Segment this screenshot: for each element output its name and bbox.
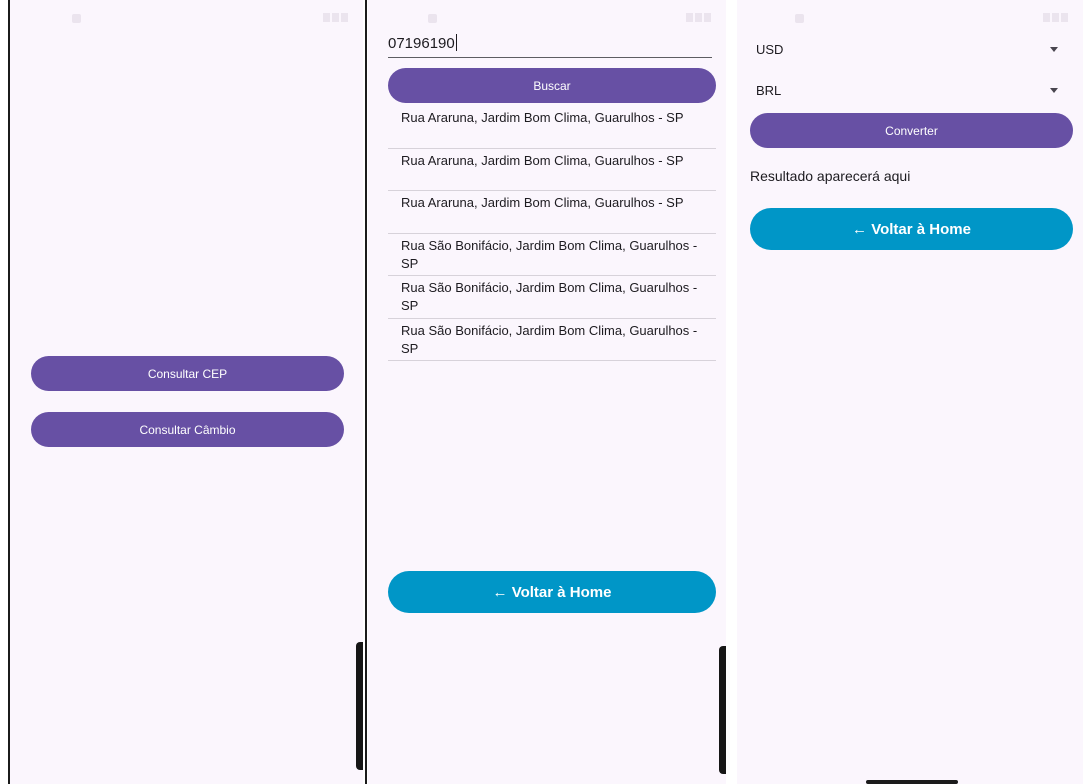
signal-icon <box>332 13 339 22</box>
status-bar <box>368 6 726 28</box>
consultar-cambio-button[interactable]: Consultar Câmbio <box>31 412 344 447</box>
wifi-icon <box>323 13 330 22</box>
signal-icon <box>695 13 702 22</box>
chevron-down-icon <box>1050 47 1058 52</box>
to-currency-value: BRL <box>756 83 782 98</box>
status-bar <box>10 6 363 28</box>
statusbar-icons <box>1043 11 1069 23</box>
converter-button[interactable]: Converter <box>750 113 1073 148</box>
notification-icon <box>428 14 437 23</box>
status-bar <box>737 6 1083 28</box>
cep-input-value: 07196190 <box>388 35 455 52</box>
cep-input[interactable]: 07196190 <box>388 28 712 58</box>
side-handle <box>356 642 363 770</box>
list-item[interactable]: Rua São Bonifácio, Jardim Bom Clima, Gua… <box>388 234 716 276</box>
divider-line <box>365 0 367 784</box>
text-caret <box>455 34 457 51</box>
side-handle <box>719 646 726 774</box>
voltar-home-button[interactable]: ← Voltar à Home <box>750 208 1073 250</box>
wifi-icon <box>1043 13 1050 22</box>
battery-icon <box>1061 13 1068 22</box>
from-currency-select[interactable]: USD <box>750 38 1058 64</box>
chevron-down-icon <box>1050 88 1058 93</box>
cambio-screen: USD BRL Converter Resultado aparecerá aq… <box>737 0 1083 784</box>
notification-icon <box>72 14 81 23</box>
result-placeholder: Resultado aparecerá aqui <box>750 168 911 184</box>
list-item[interactable]: Rua Araruna, Jardim Bom Clima, Guarulhos… <box>388 191 716 234</box>
list-item[interactable]: Rua São Bonifácio, Jardim Bom Clima, Gua… <box>388 319 716 361</box>
statusbar-icons <box>686 11 712 23</box>
buscar-button[interactable]: Buscar <box>388 68 716 103</box>
list-item[interactable]: Rua Araruna, Jardim Bom Clima, Guarulhos… <box>388 106 716 149</box>
navigation-bar[interactable] <box>866 780 958 784</box>
home-screen: Consultar CEP Consultar Câmbio <box>10 0 363 784</box>
to-currency-select[interactable]: BRL <box>750 79 1058 105</box>
list-item[interactable]: Rua Araruna, Jardim Bom Clima, Guarulhos… <box>388 149 716 191</box>
battery-icon <box>341 13 348 22</box>
cep-screen: 07196190 Buscar Rua Araruna, Jardim Bom … <box>368 0 726 784</box>
battery-icon <box>704 13 711 22</box>
statusbar-icons <box>323 11 349 23</box>
wifi-icon <box>686 13 693 22</box>
voltar-home-button[interactable]: ← Voltar à Home <box>388 571 716 613</box>
results-list: Rua Araruna, Jardim Bom Clima, Guarulhos… <box>388 106 716 361</box>
consultar-cep-button[interactable]: Consultar CEP <box>31 356 344 391</box>
signal-icon <box>1052 13 1059 22</box>
from-currency-value: USD <box>756 42 784 57</box>
notification-icon <box>795 14 804 23</box>
divider-line <box>8 0 10 784</box>
list-item[interactable]: Rua São Bonifácio, Jardim Bom Clima, Gua… <box>388 276 716 319</box>
